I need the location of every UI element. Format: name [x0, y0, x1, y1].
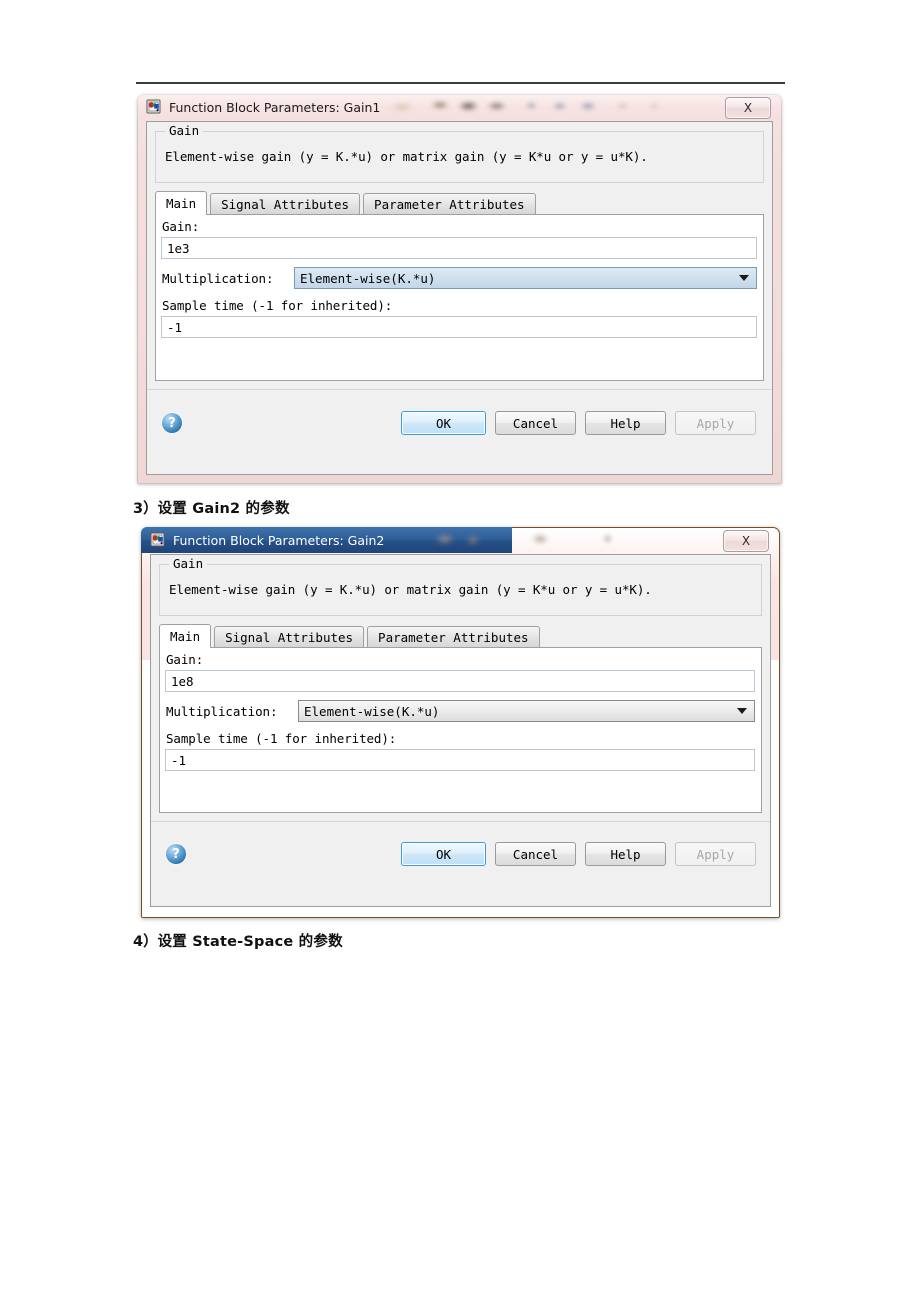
dialog-title: Function Block Parameters: Gain1 [169, 99, 381, 115]
chevron-down-icon [737, 708, 747, 714]
apply-button: Apply [675, 842, 756, 866]
button-bar: ? OK Cancel Help Apply [147, 389, 772, 474]
sample-time-input[interactable]: -1 [165, 749, 755, 771]
groupbox-description: Element-wise gain (y = K.*u) or matrix g… [169, 582, 652, 597]
help-info-icon[interactable]: ? [166, 844, 186, 864]
ok-button[interactable]: OK [401, 842, 486, 866]
multiplication-label: Multiplication: [166, 704, 278, 719]
ok-button[interactable]: OK [401, 411, 486, 435]
caption-state-space: 4）设置 State-Space 的参数 [133, 930, 343, 951]
tab-parameter-attributes[interactable]: Parameter Attributes [367, 626, 540, 648]
gain-input[interactable]: 1e3 [161, 237, 757, 259]
caption-gain2: 3）设置 Gain2 的参数 [133, 497, 290, 518]
simulink-block-icon [146, 99, 162, 115]
sample-time-label: Sample time (-1 for inherited): [166, 731, 397, 746]
dialog-title: Function Block Parameters: Gain2 [173, 532, 385, 548]
chevron-down-icon [739, 275, 749, 281]
tab-label: Signal Attributes [221, 197, 350, 212]
tab-main[interactable]: Main [155, 191, 208, 215]
tab-signal-attributes[interactable]: Signal Attributes [210, 193, 361, 215]
ok-button-label: OK [435, 415, 452, 431]
multiplication-dropdown[interactable]: Element-wise(K.*u) [294, 267, 757, 289]
gain-input-value: 1e8 [171, 673, 194, 689]
tab-label: Parameter Attributes [374, 197, 525, 212]
caption-text: 设置 State-Space 的参数 [157, 934, 343, 950]
title-bar[interactable]: Function Block Parameters: Gain2 [141, 527, 780, 553]
multiplication-value: Element-wise(K.*u) [304, 703, 440, 719]
caption-number: 3） [133, 501, 158, 517]
dialog-gain2: Function Block Parameters: Gain2 X Gain … [141, 527, 780, 918]
ok-button-label: OK [435, 846, 452, 862]
caption-number: 4） [133, 934, 158, 950]
help-info-icon[interactable]: ? [162, 413, 182, 433]
gain-groupbox: Gain Element-wise gain (y = K.*u) or mat… [159, 556, 762, 616]
caption-text: 设置 Gain2 的参数 [157, 501, 290, 517]
apply-button: Apply [675, 411, 756, 435]
close-icon: X [743, 101, 753, 115]
sample-time-input[interactable]: -1 [161, 316, 757, 338]
apply-button-label: Apply [696, 846, 735, 862]
gain-groupbox: Gain Element-wise gain (y = K.*u) or mat… [155, 123, 764, 183]
tab-parameter-attributes[interactable]: Parameter Attributes [363, 193, 536, 215]
multiplication-value: Element-wise(K.*u) [300, 270, 436, 286]
horizontal-rule [136, 82, 785, 84]
groupbox-legend: Gain [169, 556, 208, 571]
gain-label: Gain: [166, 652, 204, 667]
help-icon-glyph: ? [172, 846, 180, 862]
gain-input[interactable]: 1e8 [165, 670, 755, 692]
tab-label: Main [170, 629, 201, 644]
multiplication-dropdown[interactable]: Element-wise(K.*u) [298, 700, 755, 722]
dialog-gain1: Function Block Parameters: Gain1 X Gain … [137, 94, 782, 484]
title-bar[interactable]: Function Block Parameters: Gain1 [137, 94, 782, 120]
sample-time-input-value: -1 [171, 752, 187, 768]
simulink-block-icon [150, 532, 166, 548]
tab-label: Main [166, 196, 197, 211]
close-button[interactable]: X [723, 530, 769, 552]
button-bar: ? OK Cancel Help Apply [151, 821, 770, 906]
close-button[interactable]: X [725, 97, 771, 119]
apply-button-label: Apply [696, 415, 735, 431]
tab-page-main: Gain: 1e3 Multiplication: Element-wise(K… [155, 214, 764, 381]
cancel-button-label: Cancel [512, 415, 559, 431]
help-button-label: Help [610, 846, 641, 862]
help-button-label: Help [610, 415, 641, 431]
sample-time-label: Sample time (-1 for inherited): [162, 298, 393, 313]
tab-page-main: Gain: 1e8 Multiplication: Element-wise(K… [159, 647, 762, 813]
help-button[interactable]: Help [585, 411, 666, 435]
gain-input-value: 1e3 [167, 240, 190, 256]
groupbox-legend: Gain [165, 123, 204, 138]
gain-label: Gain: [162, 219, 200, 234]
titlebar-background-blur [411, 529, 692, 549]
cancel-button[interactable]: Cancel [495, 411, 576, 435]
groupbox-description: Element-wise gain (y = K.*u) or matrix g… [165, 149, 648, 164]
document-page: Function Block Parameters: Gain1 X Gain … [0, 0, 920, 1302]
dialog-client-area: Gain Element-wise gain (y = K.*u) or mat… [146, 121, 773, 475]
close-icon: X [741, 534, 751, 548]
dialog-client-area: Gain Element-wise gain (y = K.*u) or mat… [150, 554, 771, 907]
tab-signal-attributes[interactable]: Signal Attributes [214, 626, 365, 648]
tab-strip: Main Signal Attributes Parameter Attribu… [159, 624, 762, 648]
help-button[interactable]: Help [585, 842, 666, 866]
cancel-button[interactable]: Cancel [495, 842, 576, 866]
tab-strip: Main Signal Attributes Parameter Attribu… [155, 191, 764, 215]
cancel-button-label: Cancel [512, 846, 559, 862]
tab-label: Signal Attributes [225, 630, 354, 645]
tab-main[interactable]: Main [159, 624, 212, 648]
multiplication-label: Multiplication: [162, 271, 274, 286]
titlebar-background-blur [377, 96, 692, 116]
help-icon-glyph: ? [168, 415, 176, 431]
tab-label: Parameter Attributes [378, 630, 529, 645]
sample-time-input-value: -1 [167, 319, 183, 335]
